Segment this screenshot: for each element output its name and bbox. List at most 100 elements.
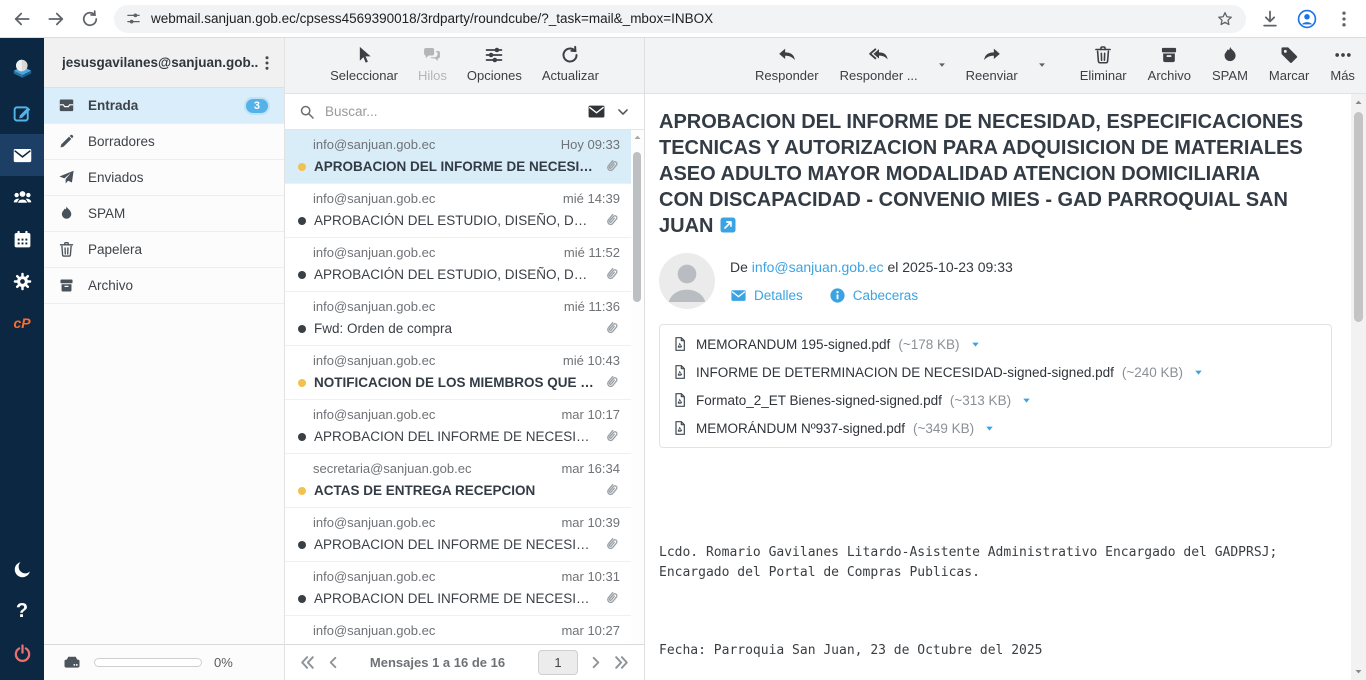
forward-icon — [982, 45, 1002, 65]
sender-email-link[interactable]: info@sanjuan.gob.ec — [752, 259, 884, 275]
browser-menu-icon[interactable] — [1334, 9, 1354, 29]
message-subject: ACTAS DE ENTREGA RECEPCION — [314, 483, 595, 498]
forward-button[interactable]: Reenviar — [964, 45, 1020, 83]
message-row[interactable]: info@sanjuan.gob.ec mié 11:52 APROBACIÓN… — [285, 238, 644, 292]
chevron-down-icon[interactable] — [616, 105, 630, 119]
attachment-name[interactable]: MEMORANDUM 195-signed.pdf — [696, 337, 890, 352]
folder-item[interactable]: Borradores — [44, 124, 284, 160]
message-row[interactable]: info@sanjuan.gob.ec mar 10:27 — [285, 616, 644, 644]
select-button[interactable]: Seleccionar — [328, 45, 400, 83]
search-scope-icon[interactable] — [587, 102, 606, 121]
attachment-menu-icon[interactable] — [1193, 367, 1204, 378]
reply-all-label: Responder ... — [840, 68, 918, 83]
attachments-list: MEMORANDUM 195-signed.pdf (~178 KB) INFO… — [659, 324, 1332, 448]
profile-icon[interactable] — [1296, 8, 1318, 30]
spam-button[interactable]: SPAM — [1210, 45, 1250, 83]
address-bar[interactable]: webmail.sanjuan.gob.ec/cpsess4569390018/… — [114, 5, 1246, 33]
settings-nav-button[interactable] — [0, 260, 44, 302]
message-row[interactable]: info@sanjuan.gob.ec mar 10:17 APROBACION… — [285, 400, 644, 454]
folder-item[interactable]: Archivo — [44, 268, 284, 304]
message-row[interactable]: secretaria@sanjuan.gob.ec mar 16:34 ACTA… — [285, 454, 644, 508]
attachment-name[interactable]: Formato_2_ET Bienes-signed-signed.pdf — [696, 393, 942, 408]
list-scrollbar[interactable] — [631, 130, 644, 644]
cpanel-button[interactable]: cP — [0, 302, 44, 344]
read-status-dot — [298, 379, 306, 387]
options-button[interactable]: Opciones — [465, 45, 524, 83]
external-link-icon[interactable] — [719, 216, 737, 234]
folder-item[interactable]: Papelera — [44, 232, 284, 268]
compose-button[interactable] — [0, 92, 44, 134]
select-label: Seleccionar — [330, 68, 398, 83]
headers-toggle[interactable]: Cabeceras — [829, 287, 918, 304]
reply-button[interactable]: Responder — [753, 45, 821, 83]
delete-button[interactable]: Eliminar — [1078, 45, 1129, 83]
attachment-row[interactable]: MEMORANDUM 195-signed.pdf (~178 KB) — [672, 330, 1319, 358]
message-row[interactable]: info@sanjuan.gob.ec mié 10:43 NOTIFICACI… — [285, 346, 644, 400]
contacts-nav-button[interactable] — [0, 176, 44, 218]
message-date: mar 16:34 — [561, 461, 620, 476]
mark-button[interactable]: Marcar — [1267, 45, 1311, 83]
last-page-icon[interactable] — [613, 654, 630, 671]
power-icon — [12, 643, 33, 664]
attachment-name[interactable]: INFORME DE DETERMINACION DE NECESIDAD-si… — [696, 365, 1114, 380]
attachment-row[interactable]: INFORME DE DETERMINACION DE NECESIDAD-si… — [672, 358, 1319, 386]
message-row[interactable]: info@sanjuan.gob.ec mar 10:31 APROBACION… — [285, 562, 644, 616]
page-number-box[interactable]: 1 — [538, 650, 578, 675]
attachment-name[interactable]: MEMORÁNDUM Nº937-signed.pdf — [696, 421, 905, 436]
paperclip-icon — [600, 425, 624, 449]
more-button[interactable]: Más — [1328, 45, 1357, 83]
darkmode-toggle[interactable] — [0, 548, 44, 590]
scroll-down-icon[interactable] — [1354, 667, 1363, 676]
read-status-dot — [298, 271, 306, 279]
next-page-icon[interactable] — [588, 655, 603, 670]
pdf-file-icon — [672, 420, 688, 436]
search-bar — [285, 94, 644, 130]
back-icon[interactable] — [12, 9, 32, 29]
reading-scrollbar[interactable] — [1351, 94, 1366, 680]
archive-button[interactable]: Archivo — [1146, 45, 1193, 83]
message-date: mar 10:27 — [561, 623, 620, 638]
download-icon[interactable] — [1260, 9, 1280, 29]
account-menu-icon[interactable] — [258, 54, 276, 72]
reading-scrollbar-thumb[interactable] — [1354, 112, 1363, 322]
attachment-size: (~240 KB) — [1122, 365, 1183, 380]
logout-button[interactable] — [0, 632, 44, 674]
attachment-row[interactable]: Formato_2_ET Bienes-signed-signed.pdf (~… — [672, 386, 1319, 414]
message-row[interactable]: info@sanjuan.gob.ec mié 11:36 Fwd: Orden… — [285, 292, 644, 346]
site-settings-icon[interactable] — [126, 11, 141, 26]
reply-all-caret-icon[interactable] — [937, 60, 947, 70]
folder-item[interactable]: Entrada 3 — [44, 88, 284, 124]
forward-icon[interactable] — [46, 9, 66, 29]
message-row[interactable]: info@sanjuan.gob.ec mar 10:39 APROBACION… — [285, 508, 644, 562]
folder-item[interactable]: SPAM — [44, 196, 284, 232]
first-page-icon[interactable] — [299, 654, 316, 671]
url-text[interactable]: webmail.sanjuan.gob.ec/cpsess4569390018/… — [151, 11, 1206, 26]
mail-subject: APROBACION DEL INFORME DE NECESIDAD, ESP… — [659, 109, 1307, 239]
message-row[interactable]: info@sanjuan.gob.ec Hoy 09:33 APROBACION… — [285, 130, 644, 184]
folder-item[interactable]: Enviados — [44, 160, 284, 196]
reply-all-button[interactable]: Responder ... — [838, 45, 920, 83]
bookmark-star-icon[interactable] — [1216, 10, 1234, 28]
scroll-up-icon[interactable] — [633, 133, 642, 142]
search-input[interactable] — [325, 104, 577, 119]
person-icon — [659, 253, 715, 309]
list-scrollbar-thumb[interactable] — [633, 152, 641, 302]
reload-icon[interactable] — [80, 9, 100, 29]
details-toggle[interactable]: Detalles — [730, 287, 803, 304]
attachment-menu-icon[interactable] — [984, 423, 995, 434]
forward-caret-icon[interactable] — [1037, 60, 1047, 70]
calendar-nav-button[interactable] — [0, 218, 44, 260]
account-email: jesusgavilanes@sanjuan.gob.... — [62, 55, 258, 70]
attachment-menu-icon[interactable] — [970, 339, 981, 350]
scroll-up-icon[interactable] — [1354, 98, 1363, 107]
refresh-button[interactable]: Actualizar — [540, 45, 601, 83]
mail-nav-button[interactable] — [0, 134, 44, 176]
message-row[interactable]: info@sanjuan.gob.ec mié 14:39 APROBACIÓN… — [285, 184, 644, 238]
attachment-menu-icon[interactable] — [1021, 395, 1032, 406]
mail-toolbar: Responder Responder ... Reenviar Elimina… — [645, 38, 1366, 94]
help-button[interactable]: ? — [0, 590, 44, 632]
prev-page-icon[interactable] — [326, 655, 341, 670]
message-date: mié 10:43 — [563, 353, 620, 368]
threads-button[interactable]: Hilos — [416, 45, 449, 83]
attachment-row[interactable]: MEMORÁNDUM Nº937-signed.pdf (~349 KB) — [672, 414, 1319, 442]
